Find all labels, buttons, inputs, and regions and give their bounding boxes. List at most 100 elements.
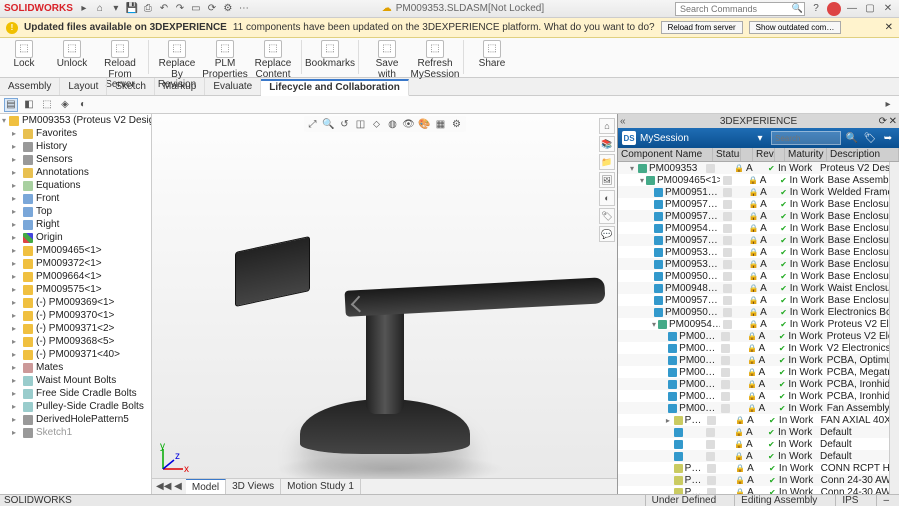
xp-row[interactable]: PM00950…🔒A✔In WorkElectronics Box M (618, 306, 889, 318)
xp-row[interactable]: PM00951…🔒A✔In WorkWelded Frame, B (618, 186, 889, 198)
tree-root[interactable]: ▾ PM009353 (Proteus V2 Design) <Full Sys… (2, 114, 149, 127)
file-explorer-icon[interactable]: 📁 (599, 154, 615, 170)
sw-resources-icon[interactable]: ⌂ (599, 118, 615, 134)
tree-node[interactable]: ▸Sensors (2, 153, 149, 166)
col-description[interactable]: Description (827, 148, 899, 161)
search-icon[interactable]: 🔍 (792, 3, 803, 14)
feature-tree-tab-icon[interactable]: ▤ (4, 98, 18, 112)
view-settings-icon[interactable]: ⚙ (450, 117, 464, 131)
col-status[interactable]: Status (713, 148, 741, 161)
xp-row[interactable]: PM00953…🔒A✔In WorkBase Enclosure, L (618, 258, 889, 270)
tree-node[interactable]: ▸Waist Mount Bolts (2, 374, 149, 387)
prev-view-icon[interactable]: ↺ (338, 117, 352, 131)
xp-row[interactable]: PM00…🔒A✔In WorkPCBA, Ironhide (618, 390, 889, 402)
xp-share-icon[interactable]: ➥ (881, 131, 895, 145)
tree-node[interactable]: ▸(-) PM009371<40> (2, 348, 149, 361)
ribbon-cmd-unlock[interactable]: ⬚Unlock (52, 40, 92, 70)
ribbon-cmd-plm[interactable]: ⬚PLMProperties (205, 40, 245, 80)
tab-assembly[interactable]: Assembly (0, 78, 60, 95)
xp-row[interactable]: PM00957…🔒A✔In WorkBase Enclosure, F (618, 294, 889, 306)
xp-row[interactable]: 🔒A✔In WorkDefault (618, 450, 889, 462)
status-units[interactable]: IPS (835, 495, 864, 506)
tree-node[interactable]: ▸Pulley-Side Cradle Bolts (2, 400, 149, 413)
tree-node[interactable]: ▸Annotations (2, 166, 149, 179)
xp-row[interactable]: 🔒A✔In WorkDefault (618, 438, 889, 450)
tree-node[interactable]: ▸Front (2, 192, 149, 205)
maximize-button[interactable]: ▢ (863, 2, 877, 16)
col-component-name[interactable]: Component Name (618, 148, 713, 161)
tree-node[interactable]: ▸Equations (2, 179, 149, 192)
graphics-viewport[interactable]: ⤢ 🔍 ↺ ◫ ⬦ ◍ 👁 🎨 ▦ ⚙ ⌂ 📚 📁 🖼 ◐ 🏷 💬 (152, 114, 617, 494)
tree-node[interactable]: ▸Right (2, 218, 149, 231)
notif-close-icon[interactable]: ✕ (885, 22, 893, 33)
tree-node[interactable]: ▸DerivedHolePattern5 (2, 413, 149, 426)
tab-sketch[interactable]: Sketch (107, 78, 155, 95)
xp-row[interactable]: P…🔒A✔In WorkCONN RCPT HSG (618, 462, 889, 474)
xp-search-input[interactable] (771, 131, 841, 145)
xp-row[interactable]: P…🔒A✔In WorkConn 24-30 AWG (618, 474, 889, 486)
xp-dropdown-icon[interactable]: ▾ (753, 131, 767, 145)
hide-show-icon[interactable]: 👁 (402, 117, 416, 131)
xp-row[interactable]: 🔒A✔In WorkDefault (618, 426, 889, 438)
minimize-button[interactable]: — (845, 2, 859, 16)
tree-node[interactable]: ▸(-) PM009368<5> (2, 335, 149, 348)
xp-row[interactable]: ▸P…🔒A✔In WorkFAN AXIAL 40X10 (618, 414, 889, 426)
ribbon-cmd-bookmarks[interactable]: ⬚Bookmarks (310, 40, 350, 70)
xp-close-icon[interactable]: ✕ (889, 116, 897, 127)
tree-node[interactable]: ▸Sketch1 (2, 426, 149, 439)
collapse-panel-icon[interactable]: « (620, 116, 626, 127)
col-status2[interactable] (775, 148, 785, 161)
tab-evaluate[interactable]: Evaluate (205, 78, 261, 95)
xp-row[interactable]: PM00…🔒A✔In WorkV2 Electronics Bo (618, 342, 889, 354)
xp-row[interactable]: PM00954…🔒A✔In WorkBase Enclosure, F (618, 222, 889, 234)
custom-props-icon[interactable]: 🏷 (599, 208, 615, 224)
view-tab-motion-study-1[interactable]: Motion Study 1 (281, 479, 361, 494)
options-icon[interactable]: ⚙ (221, 2, 235, 16)
undo-icon[interactable]: ↶ (157, 2, 171, 16)
tree-node[interactable]: ▸Top (2, 205, 149, 218)
feature-manager-tree[interactable]: ▾ PM009353 (Proteus V2 Design) <Full Sys… (0, 114, 152, 494)
tree-node[interactable]: ▸Origin (2, 231, 149, 244)
zoom-area-icon[interactable]: 🔍 (322, 117, 336, 131)
more-icon[interactable]: ⋯ (237, 2, 251, 16)
print-icon[interactable]: ⎙ (141, 2, 155, 16)
section-view-icon[interactable]: ◫ (354, 117, 368, 131)
xp-row[interactable]: PM00950…🔒A✔In WorkBase Enclosure, F (618, 270, 889, 282)
forum-icon[interactable]: 💬 (599, 226, 615, 242)
view-orient-icon[interactable]: ⬦ (370, 117, 384, 131)
xp-row[interactable]: ▾PM009465<1>🔒A✔In WorkBase Assembly V (618, 174, 889, 186)
xp-row[interactable]: PM00957…🔒A✔In WorkBase Enclosure, T (618, 210, 889, 222)
save-icon[interactable]: 💾 (125, 2, 139, 16)
tree-node[interactable]: ▸(-) PM009371<2> (2, 322, 149, 335)
close-button[interactable]: ✕ (881, 2, 895, 16)
user-avatar-icon[interactable] (827, 2, 841, 16)
xp-row[interactable]: P…🔒A✔In WorkConn 24-30 AWG (618, 486, 889, 494)
xp-scrollbar[interactable] (889, 162, 899, 494)
appearance-icon[interactable]: 🎨 (418, 117, 432, 131)
select-icon[interactable]: ▭ (189, 2, 203, 16)
tree-node[interactable]: ▸History (2, 140, 149, 153)
xp-row[interactable]: ▾PM009353🔒A✔In WorkProteus V2 Desig (618, 162, 889, 174)
redo-icon[interactable]: ↷ (173, 2, 187, 16)
ribbon-cmd-share[interactable]: ⬚Share (472, 40, 512, 70)
xp-row[interactable]: ▾PM00954…🔒A✔In WorkProteus V2 Electr (618, 318, 889, 330)
xp-panel-titlebar[interactable]: « 3DEXPERIENCE ⟳ ✕ (618, 114, 899, 128)
col-maturity[interactable]: Maturity State (785, 148, 827, 161)
tree-node[interactable]: ▸(-) PM009370<1> (2, 309, 149, 322)
show-outdated-button[interactable]: Show outdated com… (749, 21, 842, 34)
file-menu-icon[interactable]: ▸ (77, 2, 91, 16)
xp-tag-icon[interactable]: 🏷 (863, 131, 877, 145)
orientation-triad[interactable]: x y z (158, 444, 188, 476)
tree-node[interactable]: ▸PM009372<1> (2, 257, 149, 270)
tree-node[interactable]: ▸Mates (2, 361, 149, 374)
scene-icon[interactable]: ▦ (434, 117, 448, 131)
rebuild-icon[interactable]: ⟳ (205, 2, 219, 16)
xp-row[interactable]: PM00948…🔒A✔In WorkWaist Enclosure, F (618, 282, 889, 294)
open-dropdown-icon[interactable]: ▾ (109, 2, 123, 16)
view-tab-3d-views[interactable]: 3D Views (226, 479, 281, 494)
view-palette-icon[interactable]: 🖼 (599, 172, 615, 188)
tabs-nav-left[interactable]: ◀◀ ◀ (152, 481, 186, 492)
ribbon-cmd-refresh[interactable]: ⬚RefreshMySession (415, 40, 455, 80)
tree-node[interactable]: ▸PM009664<1> (2, 270, 149, 283)
tab-markup[interactable]: Markup (155, 78, 205, 95)
